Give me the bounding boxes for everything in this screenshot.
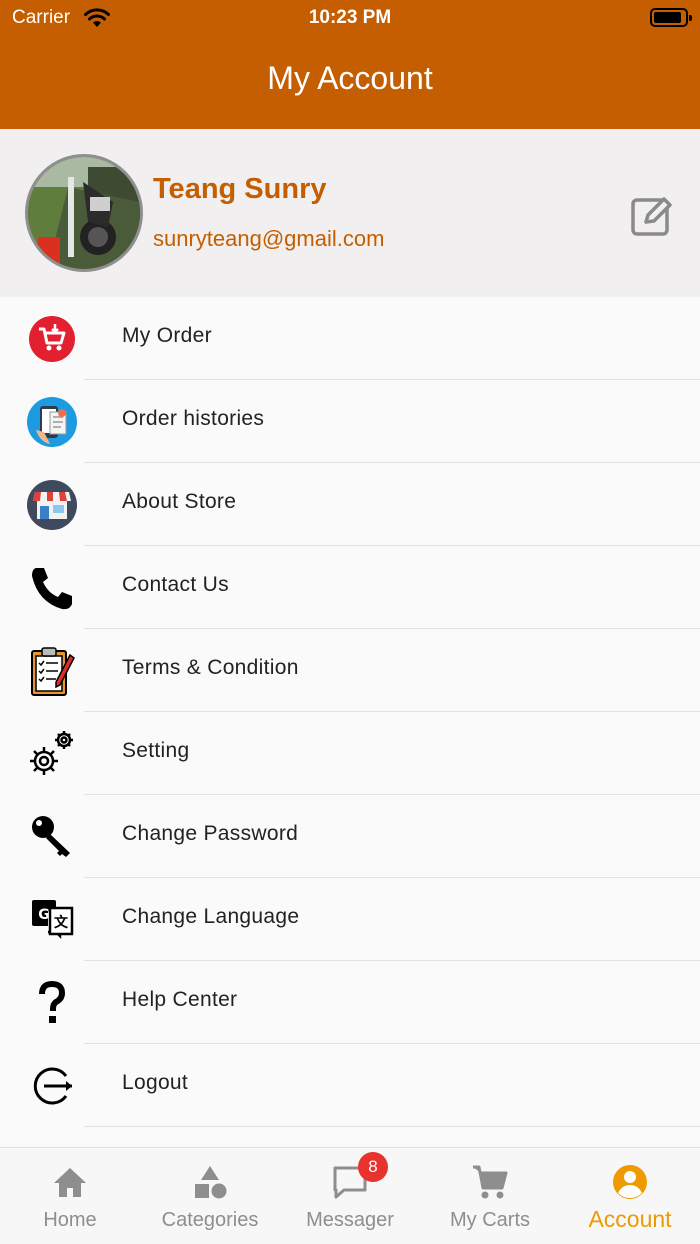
tab-label: Categories (161, 1209, 259, 1231)
tab-categories[interactable]: Categories (140, 1148, 280, 1244)
menu-item-label: About Store (122, 490, 237, 513)
cart-icon (29, 316, 75, 362)
phone-receipt-icon (27, 397, 77, 447)
menu-item-terms-condition[interactable]: Terms & Condition (0, 629, 700, 712)
tab-home[interactable]: Home (0, 1148, 140, 1244)
tab-label: Messager (306, 1209, 394, 1231)
profile-name: Teang Sunry (153, 173, 327, 205)
menu-item-change-language[interactable]: G 文 Change Language (0, 878, 700, 961)
menu-item-about-store[interactable]: About Store (0, 463, 700, 546)
menu-item-label: Setting (122, 739, 190, 762)
avatar-photo (28, 157, 140, 269)
menu-item-label: Change Password (122, 822, 299, 845)
menu-item-label: Contact Us (122, 573, 229, 596)
menu-item-label: Order histories (122, 407, 265, 430)
divider (84, 1126, 700, 1127)
svg-text:G: G (38, 907, 50, 923)
app-header: Carrier 10:23 PM My Account (0, 0, 700, 129)
tab-messager[interactable]: Messager (280, 1148, 420, 1244)
menu-item-label: My Order (122, 324, 212, 347)
clipboard-icon (31, 647, 75, 696)
gears-icon (30, 731, 73, 775)
logout-icon (33, 1067, 72, 1105)
tab-account[interactable]: Account (560, 1148, 700, 1244)
page-title: My Account (267, 60, 433, 96)
menu-item-my-order[interactable]: My Order (0, 297, 700, 380)
phone-icon (32, 568, 72, 610)
store-icon (27, 480, 77, 530)
edit-profile-icon[interactable] (628, 191, 676, 239)
tab-my-carts[interactable]: My Carts (420, 1148, 560, 1244)
avatar[interactable] (25, 154, 143, 272)
tab-label: My Carts (450, 1209, 530, 1231)
question-icon (39, 980, 66, 1023)
shapes-icon (195, 1166, 227, 1199)
menu-item-label: Logout (122, 1071, 189, 1094)
tab-label: Account (588, 1206, 672, 1232)
key-icon (32, 816, 70, 857)
home-icon (54, 1168, 86, 1197)
svg-text:文: 文 (54, 914, 69, 931)
menu-item-contact-us[interactable]: Contact Us (0, 546, 700, 629)
status-time: 10:23 PM (308, 7, 392, 28)
shopping-cart-icon (473, 1165, 508, 1199)
menu-item-logout[interactable]: Logout (0, 1044, 700, 1127)
message-badge: 8 (358, 1152, 388, 1182)
status-bar: Carrier 10:23 PM (0, 0, 700, 38)
tab-label: Home (43, 1209, 97, 1231)
account-menu: My Order Order histories About Store Con… (0, 297, 700, 1127)
menu-item-help-center[interactable]: Help Center (0, 961, 700, 1044)
menu-item-setting[interactable]: Setting (0, 712, 700, 795)
translate-icon: G 文 (32, 900, 74, 940)
menu-item-label: Change Language (122, 905, 300, 928)
menu-item-order-histories[interactable]: Order histories (0, 380, 700, 463)
profile-email: sunryteang@gmail.com (153, 226, 385, 251)
battery-icon (650, 8, 692, 27)
menu-item-change-password[interactable]: Change Password (0, 795, 700, 878)
bottom-tab-bar: Home Categories Messager My Carts Accoun… (0, 1147, 700, 1244)
account-circle-icon (613, 1165, 647, 1199)
menu-item-label: Help Center (122, 988, 238, 1011)
profile-card: Teang Sunry sunryteang@gmail.com (0, 129, 700, 297)
menu-item-label: Terms & Condition (122, 656, 299, 679)
